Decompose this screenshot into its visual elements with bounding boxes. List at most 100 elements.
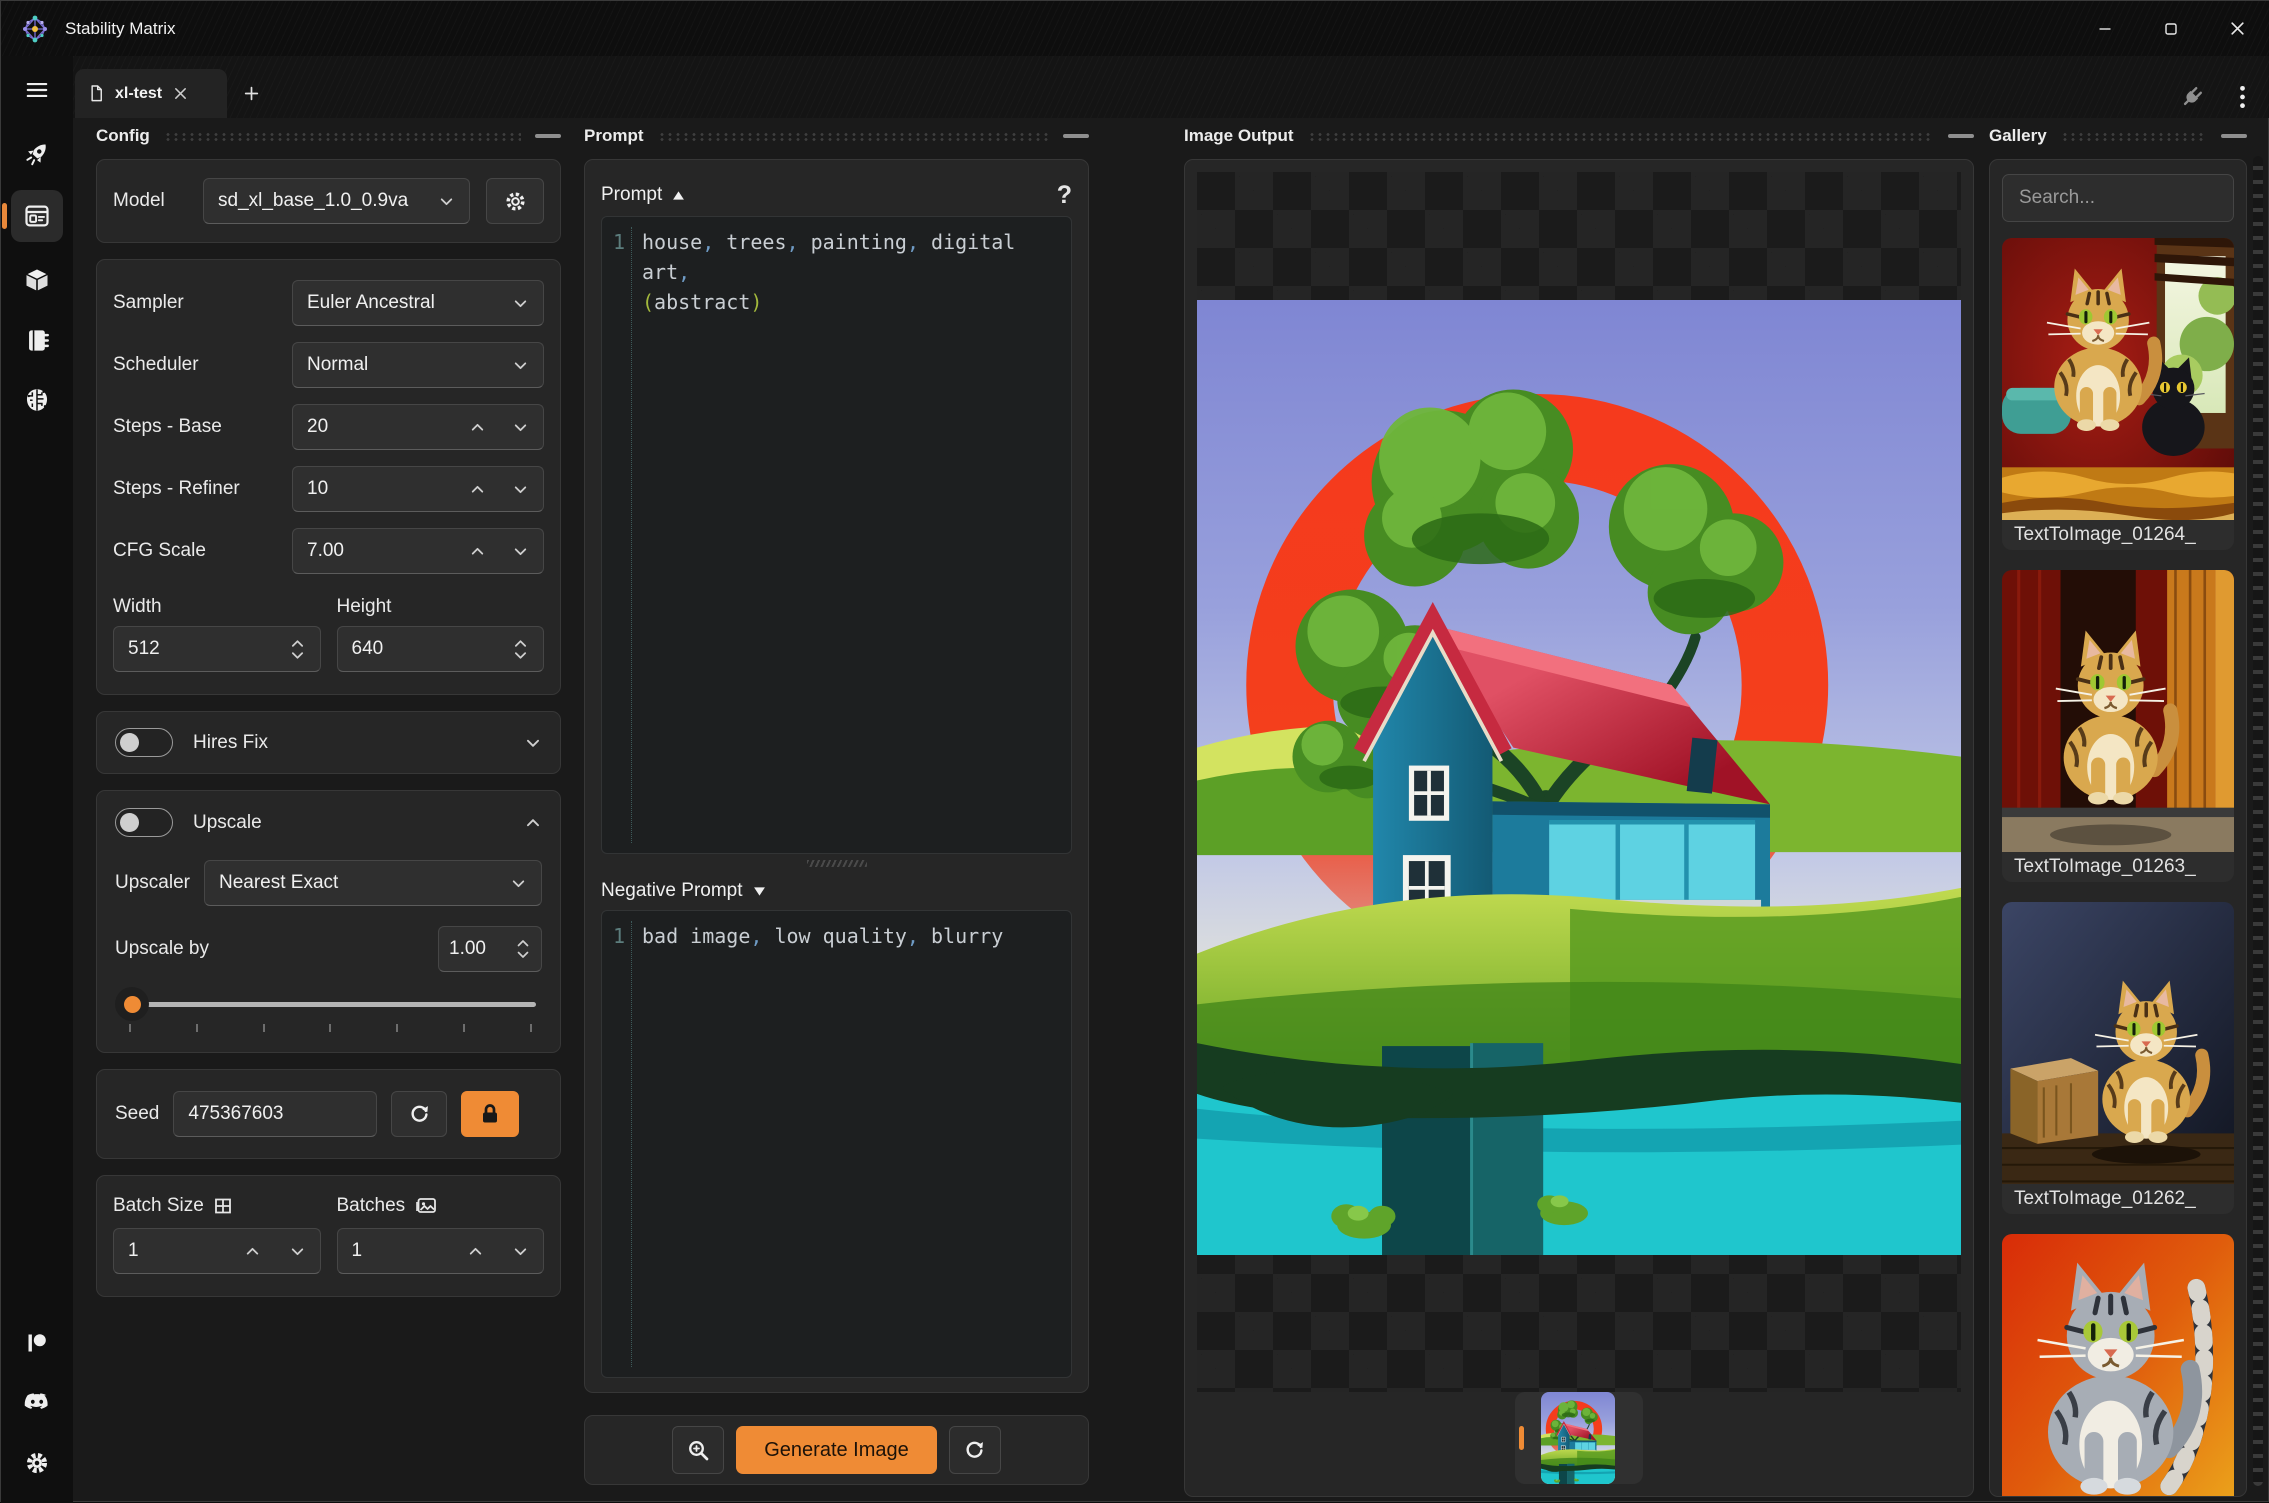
sidebar-item-discord[interactable] [11,1377,63,1429]
output-thumbnail-image[interactable] [1541,1392,1615,1484]
chevron-down-icon[interactable] [512,543,529,560]
upscale-card: Upscale Upscaler Nearest Exact Upscale b… [96,790,561,1053]
sidebar-item-inference[interactable] [11,190,63,242]
model-select[interactable]: sd_xl_base_1.0_0.9va [203,178,470,224]
tab-close-button[interactable] [173,86,188,101]
chevron-down-icon[interactable] [512,419,529,436]
generated-image[interactable] [1197,300,1961,1255]
sidebar-item-checkpoints[interactable] [11,374,63,426]
gallery-search[interactable] [2002,174,2234,222]
collapse-config-button[interactable] [535,134,561,138]
sidebar-item-patreon[interactable] [11,1317,63,1369]
minimize-button[interactable] [2072,1,2138,56]
chevron-up-icon[interactable] [469,481,486,498]
chevron-down-icon [510,875,527,892]
slider-track[interactable] [121,1002,536,1007]
gallery-item[interactable]: TextToImage_01264_ [2002,238,2234,550]
hamburger-menu-button[interactable] [11,64,63,116]
upscale-slider[interactable] [115,986,542,1022]
updown-icon[interactable] [515,936,531,962]
prompt-help-button[interactable]: ? [1057,181,1072,210]
hires-fix-toggle[interactable] [115,728,173,757]
app-title: Stability Matrix [65,19,176,39]
chevron-up-icon[interactable] [524,814,542,832]
batch-size-label-row: Batch Size [113,1195,321,1217]
batch-size-value: 1 [128,1240,244,1262]
gallery-thumbnail-image[interactable] [2002,238,2234,520]
sampler-label: Sampler [113,292,280,314]
sidebar-item-settings[interactable] [11,1437,63,1489]
steps-base-stepper[interactable]: 20 [292,404,544,450]
generate-image-button[interactable]: Generate Image [736,1426,937,1474]
sampler-select[interactable]: Euler Ancestral [292,280,544,326]
chevron-down-icon[interactable] [289,1243,306,1260]
steps-refiner-value: 10 [307,478,469,500]
prompt-text[interactable]: house, trees, painting, digital art,(abs… [632,227,1071,843]
height-stepper[interactable]: 640 [337,626,545,672]
upscale-by-stepper[interactable]: 1.00 [438,926,542,972]
prompt-editor[interactable]: 1 house, trees, painting, digital art,(a… [601,216,1072,854]
editor-splitter[interactable] [601,854,1072,872]
gallery-item[interactable]: TextToImage_01262_ [2002,902,2234,1214]
upscale-toggle[interactable] [115,808,173,837]
regenerate-button[interactable] [949,1426,1001,1474]
discord-icon [23,1392,51,1414]
close-button[interactable] [2204,1,2269,56]
lock-seed-button[interactable] [461,1091,519,1137]
negative-prompt-text[interactable]: bad image, low quality, blurry [632,921,1003,1367]
output-thumbnail-strip [1197,1392,1961,1484]
chevron-up-icon[interactable] [467,1243,484,1260]
sidebar-item-model-browser[interactable] [11,314,63,366]
selected-indicator [2,203,7,229]
width-stepper[interactable]: 512 [113,626,321,672]
collapse-output-button[interactable] [1948,134,1974,138]
sidebar-item-packages[interactable] [11,254,63,306]
updown-icon[interactable] [512,636,529,663]
gallery-thumbnail-image[interactable] [2002,1234,2234,1497]
gallery-thumbnail-image[interactable] [2002,902,2234,1184]
upscale-by-value: 1.00 [449,938,515,960]
gallery-scrollbar[interactable] [2253,156,2263,1486]
prompt-section-header[interactable]: Prompt ? [601,174,1072,216]
generate-bar: Generate Image [584,1415,1089,1485]
steps-refiner-stepper[interactable]: 10 [292,466,544,512]
collapse-gallery-button[interactable] [2221,134,2247,138]
chevron-down-icon[interactable] [512,481,529,498]
negative-prompt-section-header[interactable]: Negative Prompt [601,872,1072,910]
gallery-item[interactable]: TextToImage_01263_ [2002,570,2234,882]
generate-image-label: Generate Image [764,1439,909,1462]
gallery-thumbnail-image[interactable] [2002,570,2234,852]
chevron-up-icon[interactable] [469,419,486,436]
chevron-up-icon[interactable] [244,1243,261,1260]
upscaler-select[interactable]: Nearest Exact [204,860,542,906]
zoom-preview-button[interactable] [672,1426,724,1474]
model-settings-button[interactable] [486,178,544,224]
cfg-scale-stepper[interactable]: 7.00 [292,528,544,574]
scheduler-select[interactable]: Normal [292,342,544,388]
titlebar: Stability Matrix [1,1,2269,56]
maximize-button[interactable] [2138,1,2204,56]
randomize-seed-button[interactable] [391,1091,447,1137]
sidebar-item-launch[interactable] [11,128,63,180]
search-input[interactable] [2017,186,2247,210]
batches-label-row: Batches [337,1194,545,1218]
chevron-down-icon[interactable] [524,734,542,752]
app-logo-icon [19,13,51,45]
slider-thumb[interactable] [115,987,149,1021]
batch-size-stepper[interactable]: 1 [113,1228,321,1274]
panel-texture [2061,132,2207,141]
gallery-item[interactable] [2002,1234,2234,1497]
collapse-prompt-button[interactable] [1063,134,1089,138]
updown-icon[interactable] [289,636,306,663]
tab-xl-test[interactable]: xl-test [75,69,227,118]
chevron-down-icon[interactable] [512,1243,529,1260]
negative-prompt-editor[interactable]: 1 bad image, low quality, blurry [601,910,1072,1378]
seed-input[interactable] [173,1091,377,1137]
output-thumbnail-item[interactable] [1515,1392,1643,1484]
kebab-menu-button[interactable] [2239,84,2246,110]
chevron-up-icon[interactable] [469,543,486,560]
gallery-item-label: TextToImage_01264_ [2002,520,2234,550]
batches-stepper[interactable]: 1 [337,1228,545,1274]
new-tab-button[interactable] [227,69,275,118]
connect-plug-icon[interactable] [2179,84,2205,110]
